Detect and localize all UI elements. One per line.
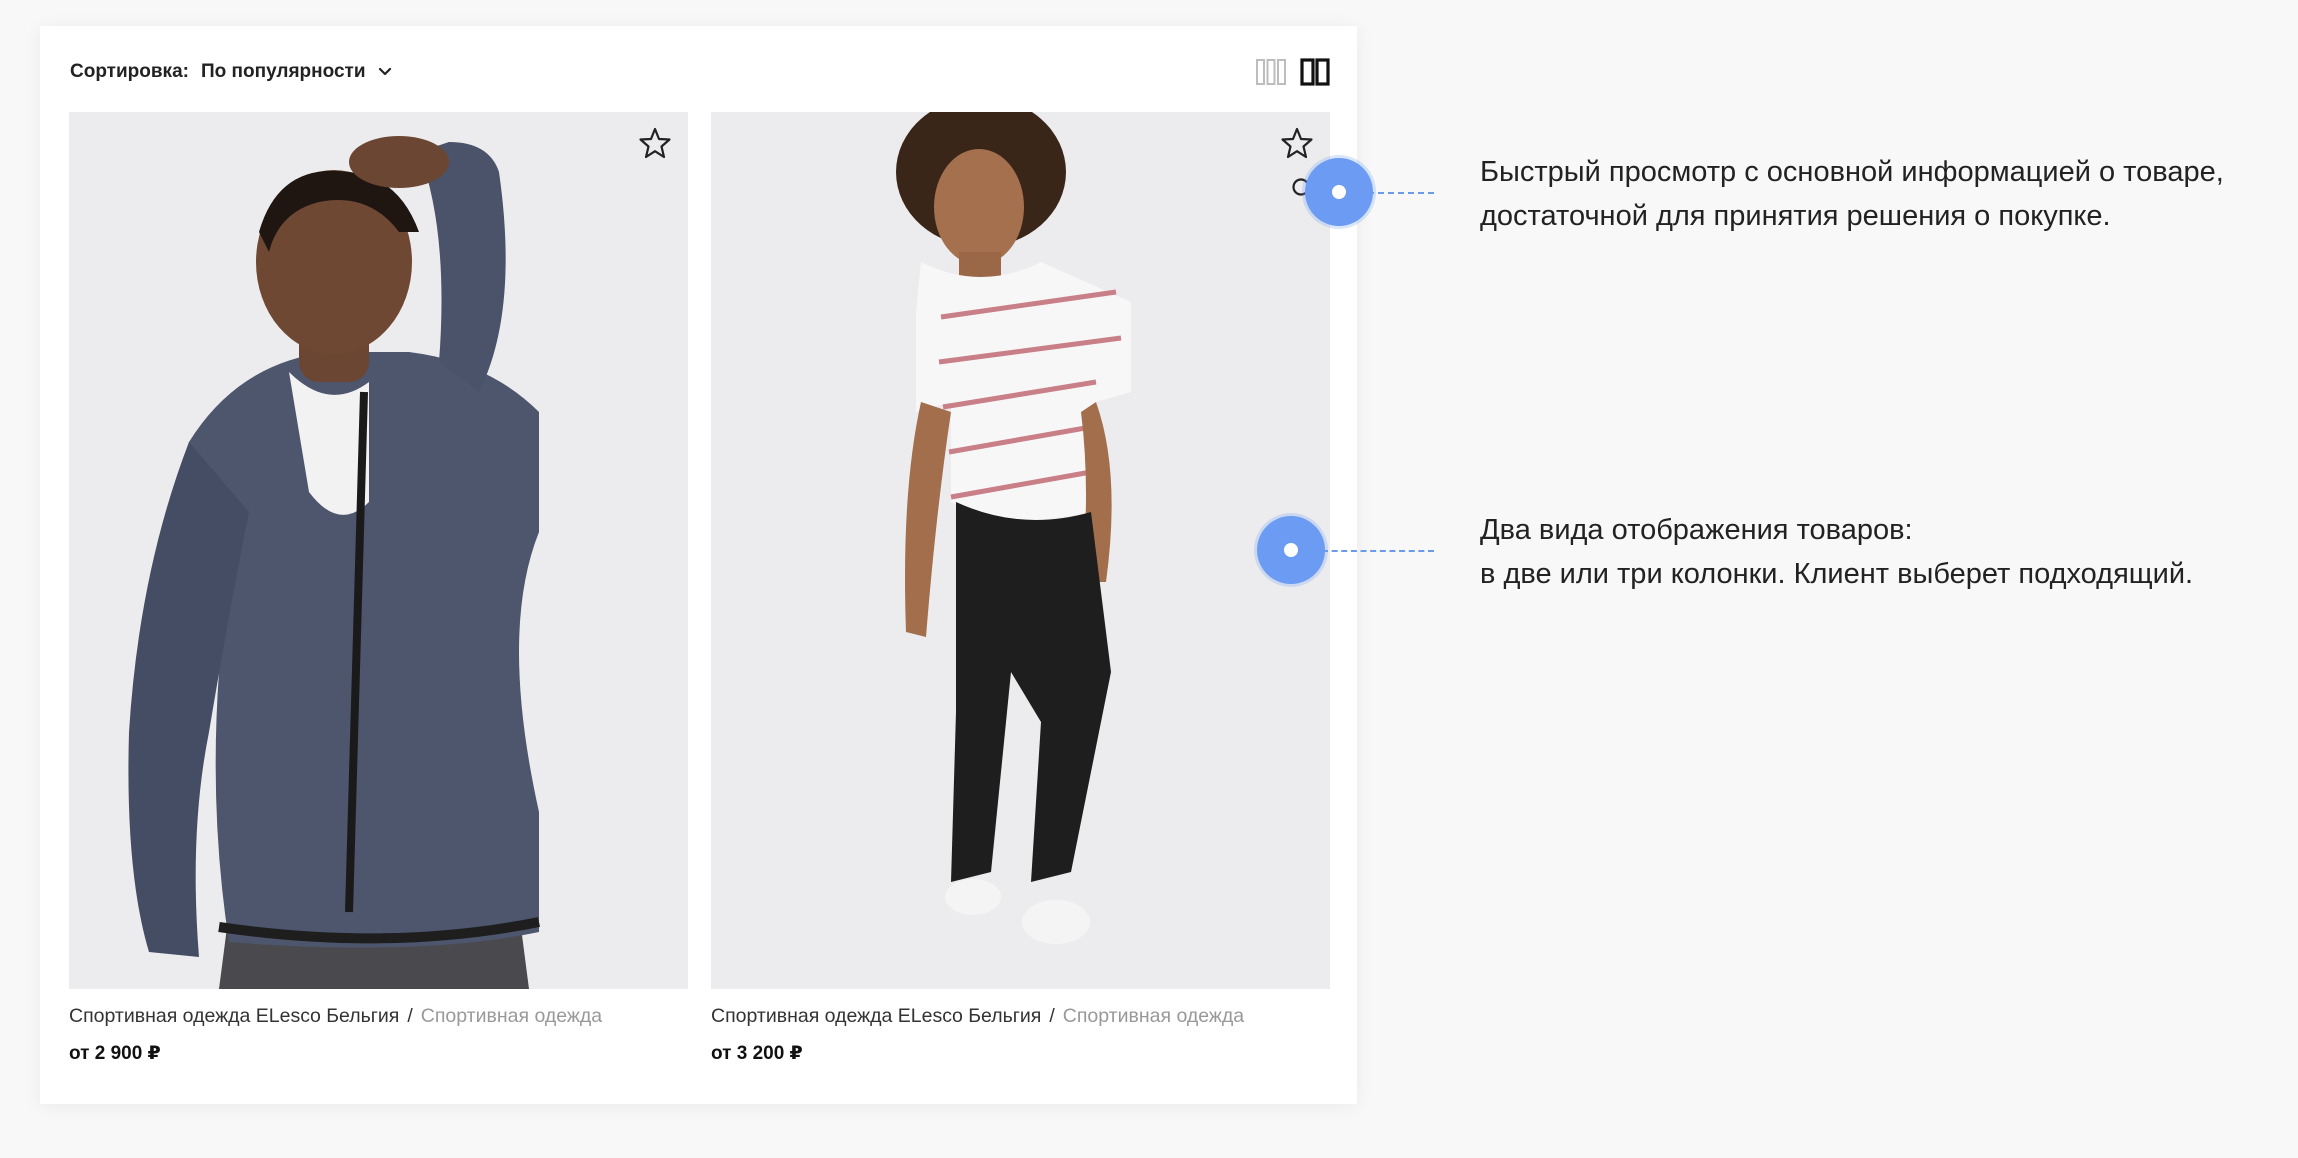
product-photo-illustration <box>69 112 688 989</box>
breadcrumb-separator: / <box>1049 1005 1055 1027</box>
callout-connector <box>1368 192 1434 194</box>
man-grey-zip-hoodie-photo[interactable] <box>69 112 688 989</box>
product-price: от 3 200 ₽ <box>711 1043 803 1064</box>
callout-marker <box>1257 516 1325 584</box>
view-toggles <box>1256 58 1330 86</box>
product-name[interactable]: Спортивная одежда ELesco Бельгия <box>711 1005 1041 1027</box>
star-outline-icon[interactable] <box>1280 126 1314 160</box>
product-title: Спортивная одежда ELesco Бельгия / Спортив… <box>69 1005 688 1028</box>
callout-note: Два вида отображения товаров: в две или … <box>1480 508 2280 596</box>
callout-text-line: в две или три колонки. Клиент выберет по… <box>1480 558 2194 590</box>
product-category[interactable]: Спортивная одежда <box>1063 1005 1244 1027</box>
product-card[interactable]: Спортивная одежда ELesco Бельгия / Спортив… <box>69 112 688 1065</box>
sort-toolbar: Сортировка: По популярности <box>70 55 392 89</box>
chevron-down-icon <box>378 67 391 76</box>
sort-value: По популярности <box>200 61 366 82</box>
sort-label: Сортировка: <box>70 61 189 82</box>
product-card[interactable]: Спортивная одежда ELesco Бельгия / Спортив… <box>711 112 1330 1065</box>
callout-note: Быстрый просмотр с основной информацией … <box>1480 150 2280 238</box>
star-outline-icon[interactable] <box>638 126 672 160</box>
page: Сортировка: По популярности Спортивная о… <box>0 0 2298 1158</box>
sort-dropdown[interactable]: По популярности <box>201 61 392 83</box>
callout-text-line: достаточной для принятия решения о покуп… <box>1480 200 2111 232</box>
man-striped-tshirt-joggers-photo[interactable] <box>711 112 1330 989</box>
product-price: от 2 900 ₽ <box>69 1043 161 1064</box>
product-name[interactable]: Спортивная одежда ELesco Бельгия <box>69 1005 399 1027</box>
product-photo-illustration <box>711 112 1330 989</box>
callout-text-line: Быстрый просмотр с основной информацией … <box>1480 156 2224 188</box>
grid-two-columns-icon[interactable] <box>1300 58 1330 86</box>
grid-three-columns-icon[interactable] <box>1256 58 1286 86</box>
callout-marker <box>1305 158 1373 226</box>
product-title: Спортивная одежда ELesco Бельгия / Спортив… <box>711 1005 1330 1028</box>
callout-text-line: Два вида отображения товаров: <box>1480 514 1913 546</box>
product-category[interactable]: Спортивная одежда <box>421 1005 602 1027</box>
callout-connector <box>1322 550 1434 552</box>
breadcrumb-separator: / <box>407 1005 413 1027</box>
